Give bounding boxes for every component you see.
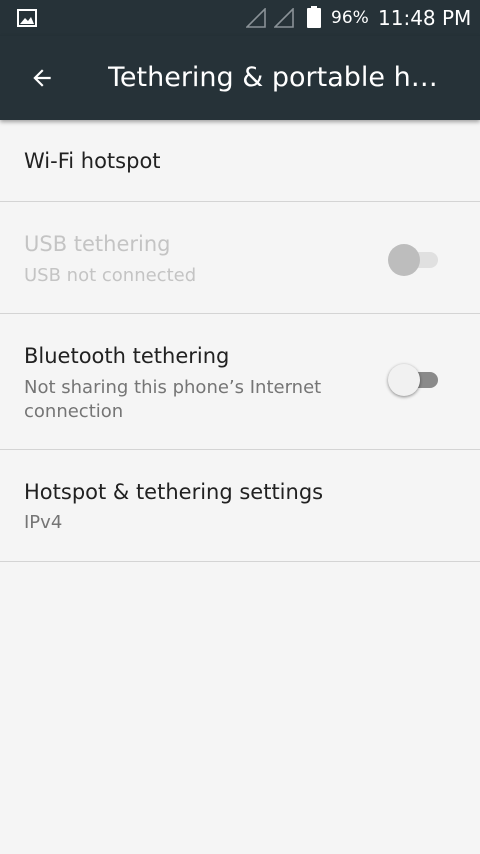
signal-icon — [246, 8, 266, 28]
usb-tethering-summary: USB not connected — [24, 265, 197, 286]
bluetooth-tethering-item[interactable]: Bluetooth tethering Not sharing this pho… — [0, 314, 480, 450]
arrow-back-icon — [33, 69, 51, 87]
switch-thumb — [388, 244, 420, 276]
clock: 11:48 PM — [378, 6, 472, 30]
switch-thumb — [388, 364, 420, 396]
usb-tethering-item[interactable]: USB tethering USB not connected — [0, 202, 480, 314]
app-bar: Tethering & portable h… — [0, 36, 480, 120]
wifi-hotspot-title: Wi-Fi hotspot — [24, 149, 161, 173]
bluetooth-tethering-title: Bluetooth tethering — [24, 344, 230, 368]
hotspot-settings-summary: IPv4 — [24, 512, 63, 533]
battery-percentage: 96% — [331, 8, 369, 28]
page-title: Tethering & portable h… — [108, 62, 438, 93]
status-bar: 96% 11:48 PM — [0, 0, 480, 36]
back-button[interactable] — [18, 54, 66, 102]
battery-icon — [307, 6, 321, 28]
gallery-icon — [17, 9, 37, 27]
signal-icon — [274, 8, 294, 28]
usb-tethering-switch[interactable] — [388, 244, 442, 276]
hotspot-tethering-settings-item[interactable]: Hotspot & tethering settings IPv4 — [0, 450, 480, 562]
bluetooth-tethering-switch[interactable] — [388, 364, 442, 396]
wifi-hotspot-item[interactable]: Wi-Fi hotspot — [0, 120, 480, 202]
hotspot-settings-title: Hotspot & tethering settings — [24, 480, 324, 504]
bluetooth-tethering-summary: Not sharing this phone’s Internet connec… — [24, 377, 322, 422]
usb-tethering-title: USB tethering — [24, 232, 171, 256]
settings-list: Wi-Fi hotspot USB tethering USB not conn… — [0, 120, 480, 562]
